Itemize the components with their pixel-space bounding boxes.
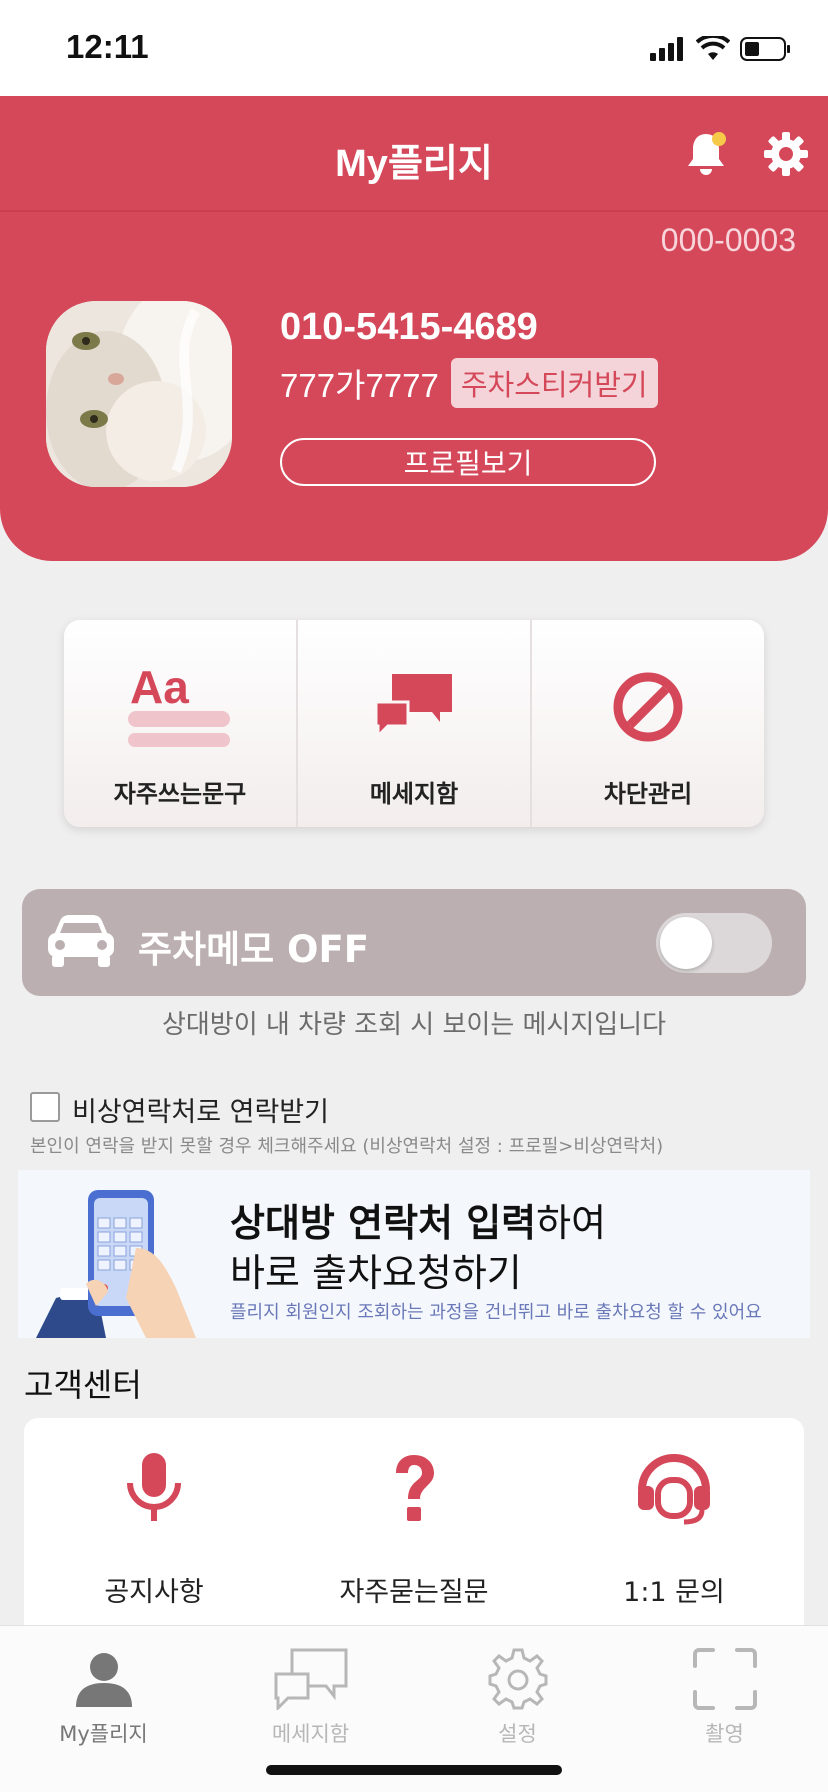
banner-subheadline: 바로 출차요청하기 xyxy=(230,1251,522,1295)
emergency-contact-label[interactable]: 비상연락처로 연락받기 xyxy=(72,1090,329,1129)
view-profile-button[interactable]: 프로필보기 xyxy=(280,438,656,486)
parking-memo-toggle[interactable] xyxy=(656,913,772,973)
customer-center-card: 공지사항 자주묻는질문 1:1 문의 xyxy=(24,1418,804,1628)
tab-label-camera: 촬영 xyxy=(705,1722,744,1746)
banner-headline: 상대방 연락처 입력하여 xyxy=(230,1192,606,1247)
person-icon xyxy=(74,1646,134,1712)
svg-text:Aa: Aa xyxy=(130,667,189,713)
chat-bubbles-icon xyxy=(374,664,454,750)
scan-frame-icon xyxy=(692,1646,757,1712)
question-icon xyxy=(386,1448,442,1528)
block-icon xyxy=(612,664,684,750)
bell-icon[interactable] xyxy=(680,128,732,180)
tab-camera[interactable]: 촬영 xyxy=(621,1626,828,1792)
cellular-signal-icon xyxy=(650,37,683,61)
headset-icon xyxy=(634,1448,714,1528)
cs-item-inquiry[interactable]: 1:1 문의 xyxy=(544,1418,804,1628)
emergency-contact-checkbox[interactable] xyxy=(30,1092,60,1122)
chat-bubbles-outline-icon xyxy=(274,1646,348,1712)
status-icons xyxy=(650,36,792,62)
text-phrases-icon: Aa xyxy=(128,664,232,750)
parking-memo-label: 주차메모 OFF xyxy=(138,928,370,971)
gear-outline-icon xyxy=(487,1646,549,1712)
cs-item-notice[interactable]: 공지사항 xyxy=(24,1418,284,1628)
banner-headline-rest: 하여 xyxy=(536,1201,607,1245)
avatar[interactable] xyxy=(46,301,232,487)
cs-label-inquiry: 1:1 문의 xyxy=(623,1577,725,1608)
status-bar: 12:11 xyxy=(0,0,828,96)
customer-center-title: 고객센터 xyxy=(24,1366,142,1404)
quick-label-phrases: 자주쓰는문구 xyxy=(113,780,247,808)
quick-item-block[interactable]: 차단관리 xyxy=(530,620,764,827)
cat-photo xyxy=(46,301,232,487)
parking-memo-bar[interactable]: 주차메모 OFF xyxy=(22,889,806,996)
car-plate: 777가7777 xyxy=(280,367,439,404)
microphone-icon xyxy=(124,1448,184,1528)
cs-item-faq[interactable]: 자주묻는질문 xyxy=(284,1418,544,1628)
banner-headline-bold: 상대방 연락처 입력 xyxy=(230,1201,537,1245)
banner-note: 플리지 회원인지 조회하는 과정을 건너뛰고 바로 출차요청 할 수 있어요 xyxy=(230,1302,762,1323)
emergency-contact-note: 본인이 연락을 받지 못할 경우 체크해주세요 (비상연락처 설정 : 프로필>… xyxy=(30,1136,664,1157)
phone-number: 010-5415-4689 xyxy=(280,306,538,348)
quick-item-messages[interactable]: 메세지함 xyxy=(296,620,530,827)
tab-label-messages: 메세지함 xyxy=(271,1722,350,1746)
wifi-icon xyxy=(696,36,730,60)
battery-icon xyxy=(740,37,790,61)
parking-memo-description: 상대방이 내 차량 조회 시 보이는 메시지입니다 xyxy=(161,1010,667,1040)
quick-label-messages: 메세지함 xyxy=(369,780,459,808)
phone-in-hand-illustration xyxy=(36,1190,196,1338)
plate-row: 777가7777 주차스티커받기 xyxy=(280,358,658,408)
toggle-knob xyxy=(660,917,712,969)
tab-label-my-pledge: My플리지 xyxy=(59,1722,148,1746)
cs-label-notice: 공지사항 xyxy=(104,1577,204,1608)
tab-label-settings: 설정 xyxy=(498,1722,537,1746)
quick-label-block: 차단관리 xyxy=(603,780,693,808)
quick-menu: Aa 자주쓰는문구 메세지함 차단관리 xyxy=(64,620,764,827)
promo-banner[interactable]: 상대방 연락처 입력하여 바로 출차요청하기 플리지 회원인지 조회하는 과정을… xyxy=(18,1170,810,1338)
profile-header: My플리지 000-0003 010-5415-4689 777가7777 주차… xyxy=(0,96,828,561)
status-time: 12:11 xyxy=(66,28,149,65)
cs-label-faq: 자주묻는질문 xyxy=(339,1577,489,1608)
tab-my-pledge[interactable]: My플리지 xyxy=(0,1626,207,1792)
member-number: 000-0003 xyxy=(660,222,796,258)
quick-item-phrases[interactable]: Aa 자주쓰는문구 xyxy=(64,620,296,827)
header-bar: My플리지 xyxy=(0,96,828,212)
car-icon xyxy=(48,915,114,967)
parking-sticker-button[interactable]: 주차스티커받기 xyxy=(450,358,658,408)
gear-icon[interactable] xyxy=(760,128,812,180)
home-indicator xyxy=(266,1765,562,1775)
